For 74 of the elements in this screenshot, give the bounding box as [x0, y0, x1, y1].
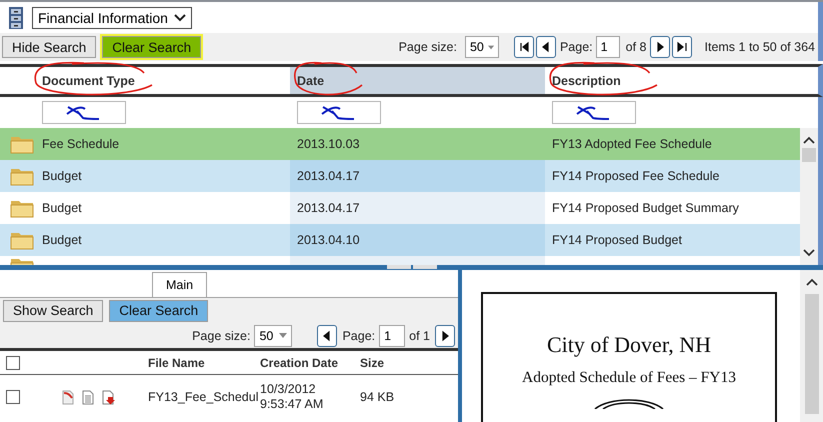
filter-field[interactable]: [297, 101, 381, 124]
splitter-handle[interactable]: [412, 265, 436, 269]
download-icon[interactable]: [102, 390, 116, 404]
document-date: 2013.04.17: [297, 201, 360, 215]
preview-subtitle: Adopted Schedule of Fees – FY13: [522, 369, 736, 387]
preview-title: City of Dover, NH: [546, 332, 712, 358]
clear-search-button[interactable]: Clear Search: [109, 300, 208, 322]
library-select[interactable]: Financial Information: [32, 6, 192, 28]
clear-search-button[interactable]: Clear Search: [102, 36, 202, 58]
vertical-scrollbar[interactable]: [800, 270, 823, 422]
chevron-down-icon: [174, 14, 186, 22]
first-arrow-icon: [518, 41, 530, 53]
document-type: Budget: [42, 169, 82, 183]
vertical-scrollbar[interactable]: [800, 128, 818, 265]
page-field[interactable]: 1: [596, 36, 620, 58]
column-header[interactable]: Size: [360, 356, 384, 370]
last-arrow-icon: [676, 41, 688, 53]
page-label: Page:: [560, 40, 593, 54]
page-size-label: Page size:: [192, 328, 250, 342]
splitter-handle[interactable]: [386, 265, 410, 269]
page-size-select[interactable]: 50: [254, 324, 292, 346]
document-description: FY14 Proposed Budget Summary: [552, 201, 739, 215]
document-date: 2013.04.10: [297, 233, 360, 247]
document-row[interactable]: Budget 2013.04.10 FY14 Proposed Budget: [0, 224, 800, 256]
document-description: FY13 Adopted Fee Schedule: [552, 137, 712, 151]
document-type: Fee Schedule: [42, 137, 120, 151]
folder-icon: [10, 198, 34, 218]
document-icon[interactable]: [82, 390, 94, 404]
page-count: of 8: [626, 40, 646, 54]
prev-page-button[interactable]: [317, 324, 338, 346]
document-description: FY14 Proposed Fee Schedule: [552, 169, 720, 183]
document-type: Budget: [42, 201, 82, 215]
document-row[interactable]: Fee Schedule 2013.10.03 FY13 Adopted Fee Schedule: [0, 128, 800, 160]
document-type: Budget: [42, 233, 82, 247]
tab[interactable]: Main: [152, 272, 207, 297]
scroll-down-icon[interactable]: [803, 249, 815, 257]
page-size-label: Page size:: [398, 40, 457, 54]
select-all-checkbox[interactable]: [6, 356, 20, 370]
pdf-file-icon[interactable]: [62, 390, 74, 404]
next-page-button[interactable]: [435, 324, 455, 346]
document-date: 2013.04.17: [297, 169, 360, 183]
column-header[interactable]: Date: [290, 67, 545, 94]
caret-down-icon: [488, 44, 494, 50]
scroll-up-icon[interactable]: [806, 278, 818, 286]
creation-date: 10/3/2012 9:53:47 AM: [260, 382, 324, 412]
hide-search-button[interactable]: Hide Search: [2, 36, 96, 58]
file-cabinet-icon: [6, 6, 26, 30]
show-search-button[interactable]: Show Search: [3, 300, 104, 322]
page-count: of 1: [409, 328, 430, 342]
file-checkbox[interactable]: [6, 390, 20, 404]
folder-icon: [10, 166, 34, 186]
last-page-button[interactable]: [672, 36, 692, 58]
document-row[interactable]: Budget 2013.04.17 FY14 Proposed Fee Schedule: [0, 160, 800, 192]
scroll-thumb[interactable]: [804, 294, 818, 414]
caret-down-icon: [279, 333, 288, 338]
document-description: FY14 Proposed Budget: [552, 233, 682, 247]
prev-page-button[interactable]: [536, 36, 556, 58]
folder-icon: [10, 230, 34, 250]
first-page-button[interactable]: [514, 36, 534, 58]
page-size-select[interactable]: 50: [464, 36, 499, 58]
filter-field[interactable]: [42, 101, 126, 124]
items-summary: Items 1 to 50 of 364: [704, 40, 815, 54]
page-label: Page:: [342, 328, 376, 342]
document-date: 2013.10.03: [297, 137, 360, 151]
next-page-button[interactable]: [650, 36, 670, 58]
filter-field[interactable]: [552, 101, 636, 124]
folder-icon: [10, 134, 34, 154]
file-size: 94 KB: [360, 390, 394, 404]
column-header[interactable]: File Name: [148, 356, 205, 370]
column-header[interactable]: Creation Date: [260, 356, 338, 370]
page-field[interactable]: 1: [379, 324, 406, 346]
file-name[interactable]: FY13_Fee_Schedul: [148, 390, 258, 404]
scroll-thumb[interactable]: [802, 148, 816, 162]
scroll-up-icon[interactable]: [803, 136, 815, 144]
